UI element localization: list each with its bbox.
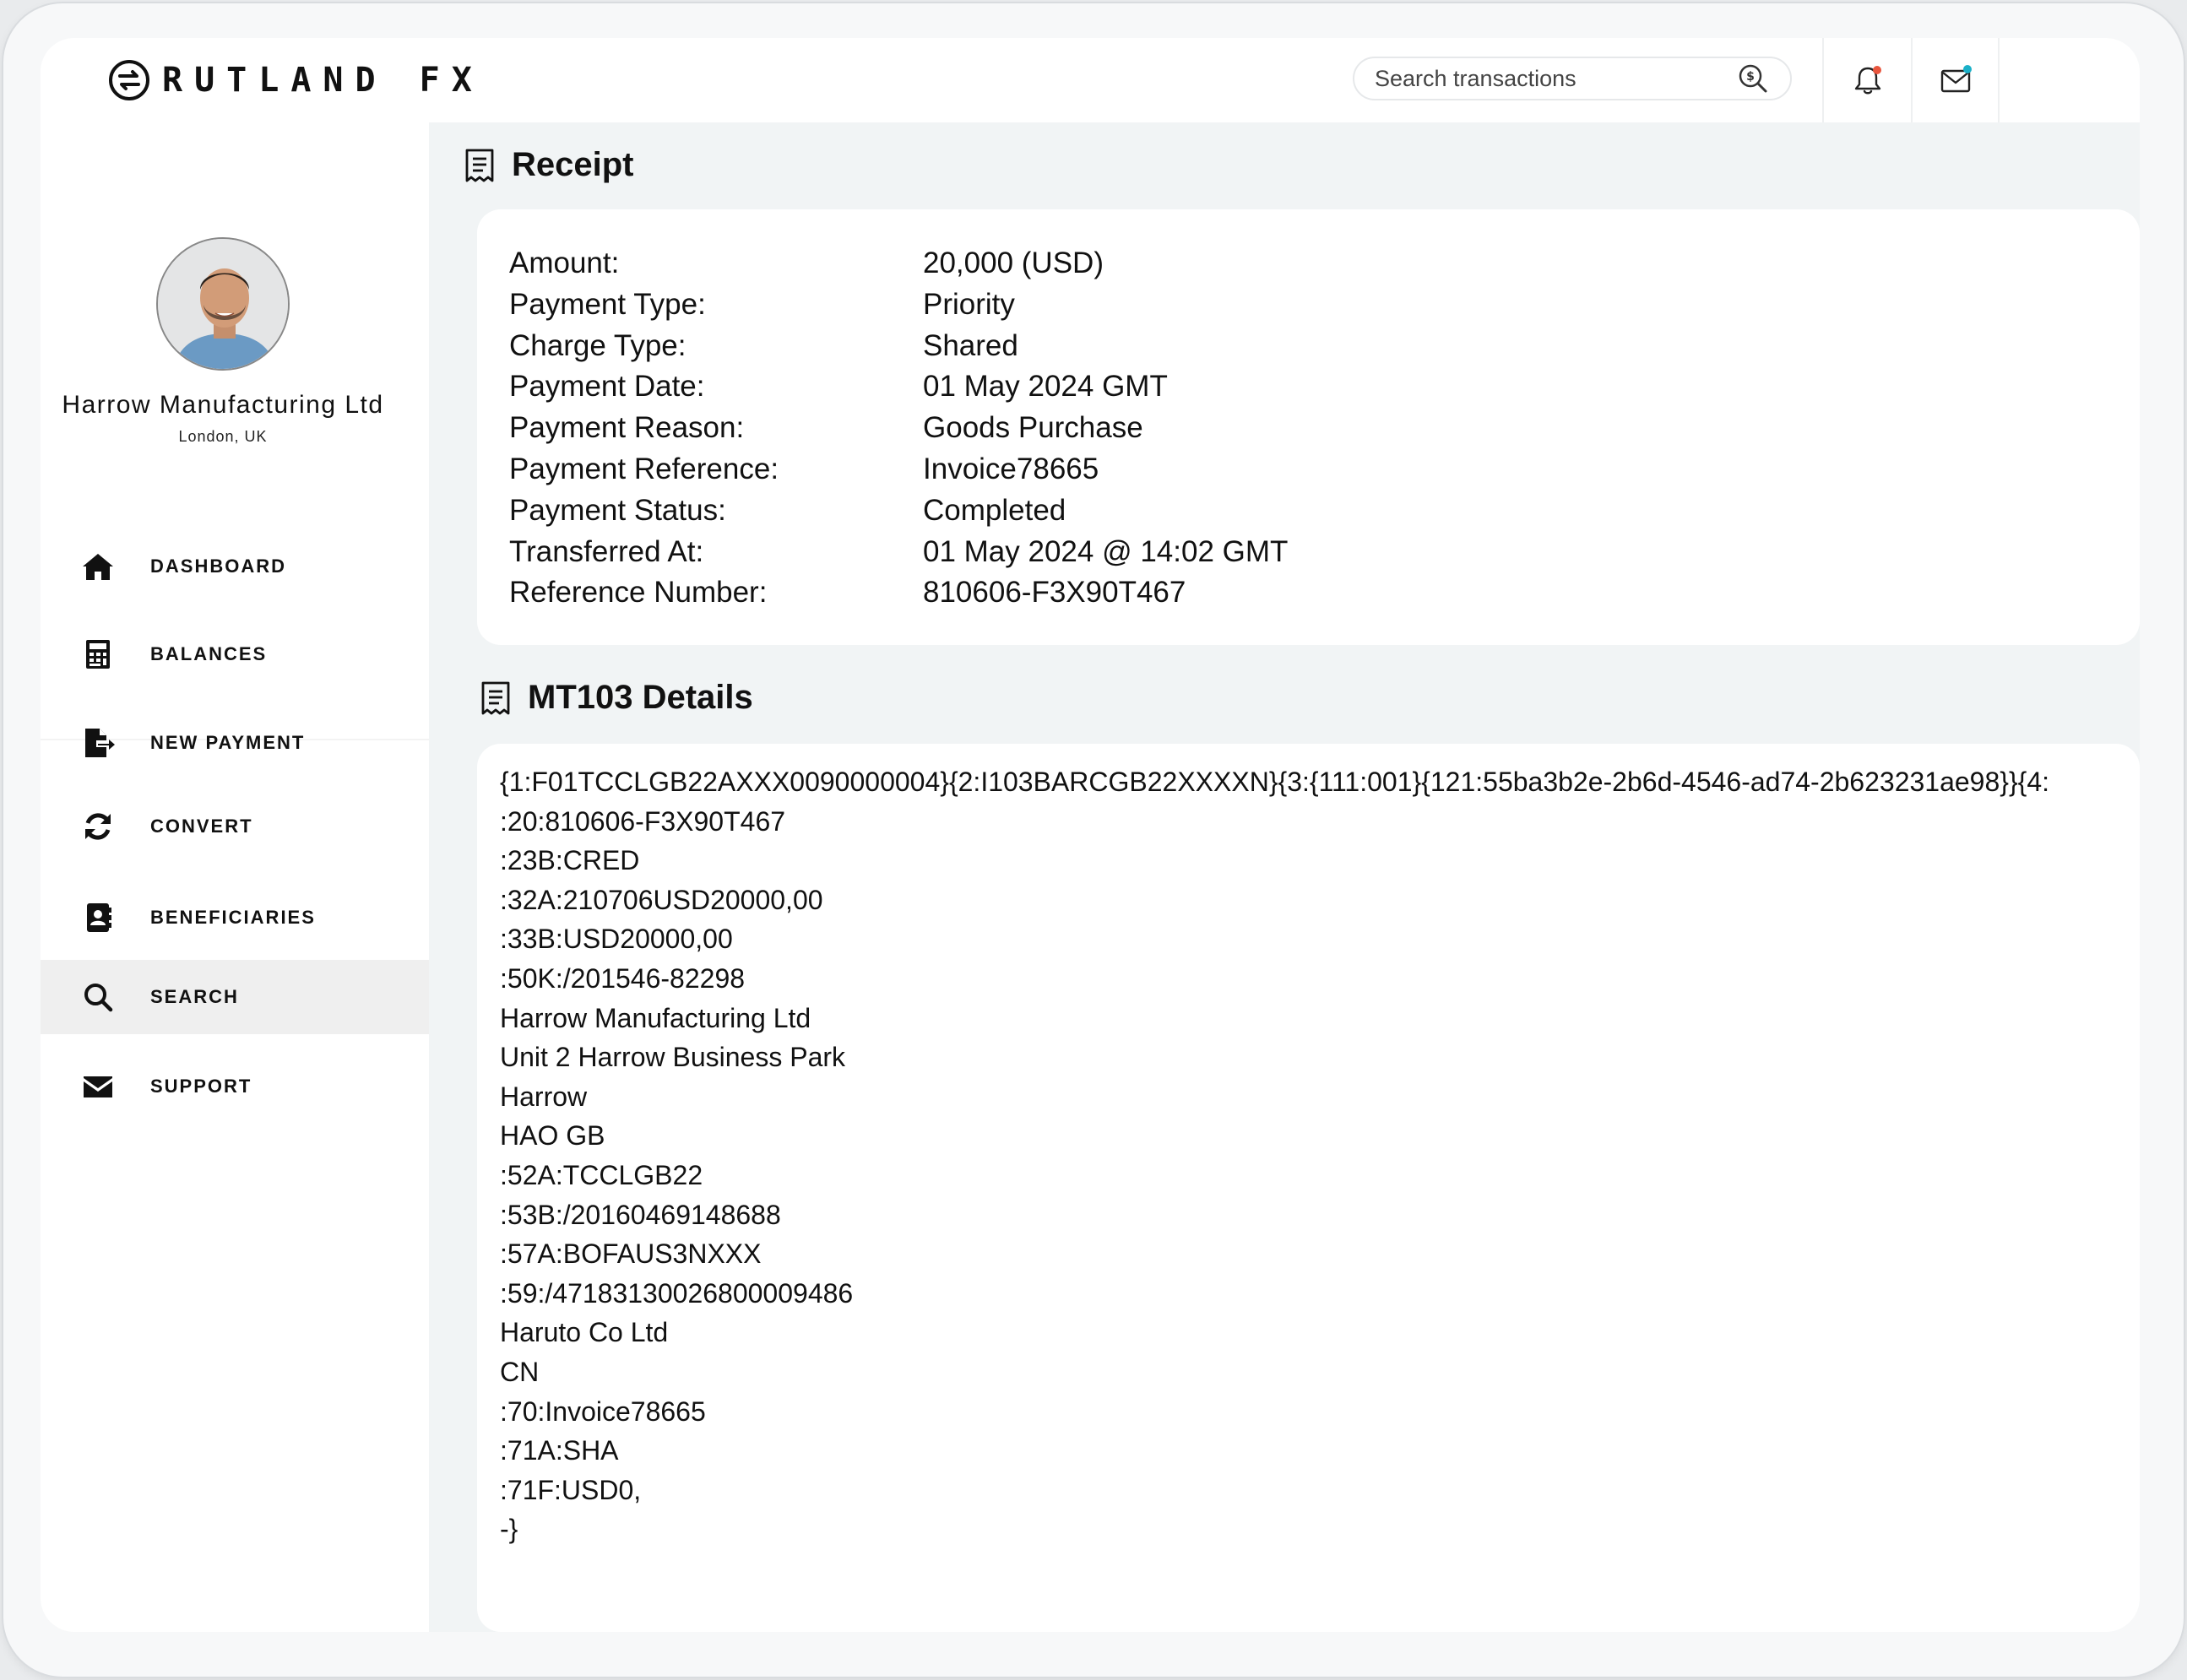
mt103-line: :57A:BOFAUS3NXXX: [500, 1238, 762, 1270]
receipt-value: 810606-F3X90T467: [923, 576, 1186, 610]
receipt-row: Charge Type: Shared: [509, 326, 1288, 367]
mt103-line: :59:/47183130026800009486: [500, 1277, 854, 1309]
messages-button[interactable]: [1911, 38, 2000, 122]
user-photo-icon: [158, 239, 288, 369]
sidebar-item-label: CONVERT: [150, 816, 253, 837]
sidebar-item-beneficiaries[interactable]: BENEFICIARIES: [41, 881, 429, 955]
receipt-row: Payment Status: Completed: [509, 490, 1288, 532]
mt103-line: :70:Invoice78665: [500, 1395, 706, 1427]
search-box[interactable]: $: [1353, 57, 1792, 100]
search-icon: [79, 978, 117, 1016]
receipt-row: Payment Reason: Goods Purchase: [509, 408, 1288, 449]
mt103-line: :71F:USD0,: [500, 1474, 642, 1505]
sidebar-item-label: SUPPORT: [150, 1076, 252, 1097]
receipt-heading: Receipt: [463, 146, 634, 184]
receipt-label: Payment Status:: [509, 493, 726, 527]
mt103-line: :50K:/201546-82298: [500, 962, 746, 994]
home-icon: [79, 548, 117, 585]
receipt-label: Payment Reason:: [509, 411, 745, 445]
mt103-line: Harrow Manufacturing Ltd: [500, 1002, 811, 1033]
mt103-line: Harrow: [500, 1081, 588, 1112]
top-bar: RUTLAND FX $: [41, 38, 2140, 122]
receipt-card: Amount: 20,000 (USD) Payment Type: Priority…: [477, 209, 2140, 645]
receipt-label: Payment Type:: [509, 287, 706, 321]
mt103-line: :32A:210706USD20000,00: [500, 884, 823, 915]
receipt-row: Transferred At: 01 May 2024 @ 14:02 GMT: [509, 532, 1288, 573]
page-title: Receipt: [512, 146, 634, 183]
mt103-heading: MT103 Details: [479, 679, 753, 717]
sidebar-item-label: DASHBOARD: [150, 555, 286, 577]
dollar-search-icon[interactable]: $: [1736, 62, 1770, 95]
mt103-line: Haruto Co Ltd: [500, 1317, 669, 1348]
receipt-value: 01 May 2024 @ 14:02 GMT: [923, 534, 1289, 568]
receipt-value: Completed: [923, 493, 1066, 527]
envelope-icon: [79, 1068, 117, 1105]
mail-icon: [1940, 65, 1972, 93]
sidebar-item-new-payment[interactable]: NEW PAYMENT: [41, 706, 429, 780]
sync-icon: [79, 808, 117, 845]
mt103-line: :53B:/20160469148688: [500, 1199, 781, 1230]
receipt-label: Transferred At:: [509, 534, 704, 568]
file-export-icon: [79, 724, 117, 761]
sidebar-item-label: NEW PAYMENT: [150, 732, 306, 753]
mt103-line: CN: [500, 1356, 540, 1387]
receipt-row: Amount: 20,000 (USD): [509, 243, 1288, 285]
receipt-row: Payment Reference: Invoice78665: [509, 449, 1288, 490]
mt103-line: :20:810606-F3X90T467: [500, 805, 786, 837]
sidebar-item-convert[interactable]: CONVERT: [41, 789, 429, 864]
mt103-card: {1:F01TCCLGB22AXXX0090000004}{2:I103BARC…: [477, 744, 2140, 1632]
app-screen: RUTLAND FX $: [41, 38, 2140, 1632]
receipt-details: Amount: 20,000 (USD) Payment Type: Priority…: [509, 243, 1288, 614]
sidebar: Harrow Manufacturing Ltd London, UK DASH…: [41, 122, 429, 1632]
svg-text:$: $: [1746, 70, 1755, 84]
receipt-row: Payment Date: 01 May 2024 GMT: [509, 366, 1288, 408]
receipt-label: Reference Number:: [509, 576, 768, 610]
address-book-icon: [79, 899, 117, 936]
sidebar-item-dashboard[interactable]: DASHBOARD: [41, 529, 429, 604]
logo[interactable]: RUTLAND FX: [41, 38, 540, 122]
receipt-row: Payment Type: Priority: [509, 285, 1288, 326]
receipt-value: Goods Purchase: [923, 411, 1143, 445]
mt103-line: {1:F01TCCLGB22AXXX0090000004}{2:I103BARC…: [500, 767, 2050, 797]
receipt-label: Charge Type:: [509, 328, 686, 362]
mt103-line: :23B:CRED: [500, 845, 640, 876]
sidebar-item-search[interactable]: SEARCH: [41, 960, 429, 1034]
receipt-value: Priority: [923, 287, 1015, 321]
section-title: MT103 Details: [528, 679, 753, 716]
receipt-label: Payment Date:: [509, 370, 705, 404]
mt103-message: {1:F01TCCLGB22AXXX0090000004}{2:I103BARC…: [500, 762, 2049, 1549]
sidebar-item-support[interactable]: SUPPORT: [41, 1049, 429, 1124]
receipt-value: Invoice78665: [923, 452, 1099, 485]
mt103-line: HAO GB: [500, 1120, 605, 1152]
receipt-value: 20,000 (USD): [923, 247, 1104, 279]
sidebar-item-balances[interactable]: BALANCES: [41, 617, 429, 691]
sidebar-item-label: BENEFICIARIES: [150, 907, 316, 928]
receipt-value: Shared: [923, 328, 1018, 362]
exchange-logo-icon: [109, 60, 149, 100]
search-input[interactable]: [1375, 65, 1736, 92]
receipt-label: Amount:: [509, 247, 620, 279]
receipt-label: Payment Reference:: [509, 452, 779, 485]
bell-icon: [1854, 66, 1881, 95]
company-location: London, UK: [178, 428, 268, 445]
notifications-button[interactable]: [1822, 38, 1911, 122]
brand-name: RUTLAND FX: [162, 61, 484, 100]
mt103-line: -}: [500, 1514, 518, 1545]
mt103-line: :52A:TCCLGB22: [500, 1159, 703, 1190]
receipt-icon: [465, 149, 494, 182]
document-icon: [481, 681, 510, 714]
mt103-line: :71A:SHA: [500, 1435, 619, 1466]
receipt-value: 01 May 2024 GMT: [923, 370, 1168, 404]
mt103-line: Unit 2 Harrow Business Park: [500, 1042, 846, 1073]
mt103-line: :33B:USD20000,00: [500, 924, 733, 955]
avatar[interactable]: [156, 237, 290, 371]
receipt-row: Reference Number: 810606-F3X90T467: [509, 572, 1288, 614]
sidebar-item-label: SEARCH: [150, 986, 239, 1007]
sidebar-item-label: BALANCES: [150, 643, 268, 664]
calculator-icon: [79, 636, 117, 673]
company-name: Harrow Manufacturing Ltd: [62, 391, 384, 419]
